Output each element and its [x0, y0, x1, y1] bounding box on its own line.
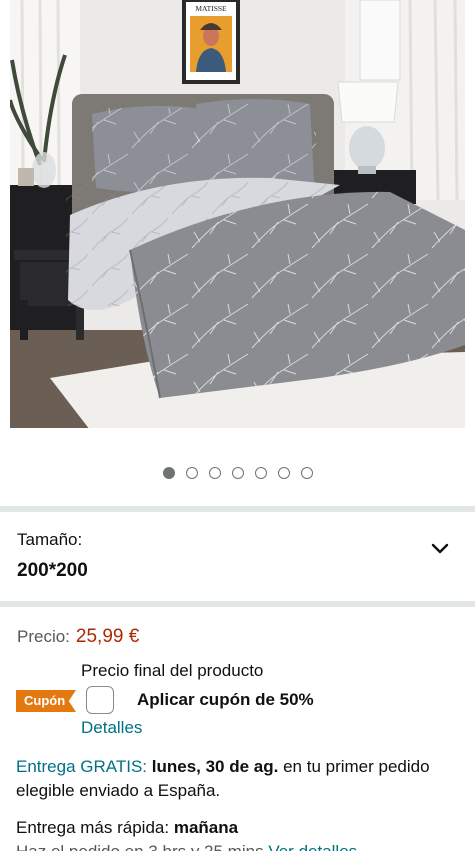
section-divider [0, 506, 475, 512]
fastest-delivery: Entrega más rápida: mañana [16, 818, 238, 838]
carousel-dot[interactable] [208, 467, 221, 479]
carousel-dot[interactable] [162, 467, 175, 479]
order-within: Haz el pedido en 3 hrs y 25 mins Ver det… [16, 842, 357, 851]
price-row: Precio: 25,99 € [17, 626, 139, 650]
size-label: Tamaño: [17, 530, 83, 549]
carousel-dot[interactable] [300, 467, 313, 479]
coupon-text: Aplicar cupón de 50% [137, 690, 314, 709]
image-carousel-dots [0, 467, 475, 481]
painting-title: MATISSE [195, 4, 227, 13]
chevron-down-icon[interactable] [430, 542, 450, 556]
carousel-dot[interactable] [277, 467, 290, 479]
product-page: MATISSE Tamaño: 200*200 Precio: 25,99 € … [0, 0, 475, 851]
price-value: 25,99 € [75, 626, 140, 647]
price-label: Precio: [17, 627, 70, 646]
final-price-note: Precio final del producto [81, 661, 264, 680]
size-selector[interactable]: Tamaño: 200*200 [0, 515, 475, 603]
bedroom-photo: MATISSE [10, 0, 465, 428]
product-image[interactable]: MATISSE [10, 0, 465, 428]
fastest-delivery-label: Entrega más rápida: [16, 818, 170, 837]
size-value: 200*200 [17, 560, 88, 581]
section-divider [0, 601, 475, 607]
carousel-dot[interactable] [231, 467, 244, 479]
delivery-info: Entrega GRATIS: lunes, 30 de ag. en tu p… [16, 755, 461, 803]
free-delivery-link[interactable]: Entrega GRATIS: [16, 757, 147, 776]
coupon-row: Cupón Aplicar cupón de 50% [0, 686, 475, 716]
order-within-text: Haz el pedido en 3 hrs y 25 mins [16, 842, 264, 851]
carousel-dot[interactable] [254, 467, 267, 479]
coupon-badge: Cupón [16, 690, 76, 712]
coupon-checkbox[interactable] [86, 686, 114, 714]
see-details-link[interactable]: Ver detalles [268, 842, 357, 851]
coupon-details-link[interactable]: Detalles [81, 718, 142, 738]
fastest-delivery-value: mañana [173, 818, 239, 837]
delivery-date: lunes, 30 de ag. [151, 757, 279, 776]
carousel-dot[interactable] [185, 467, 198, 479]
